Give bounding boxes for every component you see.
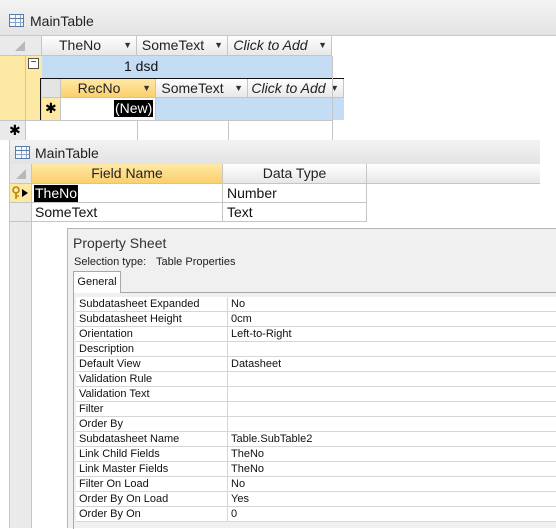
datasheet-titlebar: MainTable [0,0,556,36]
property-name: Order By [79,418,124,430]
column-header-label: SomeText [141,37,205,53]
row-selector-column [10,222,32,528]
datasheet-window: MainTable TheNo ▼ SomeText ▼ Click to Ad… [0,0,556,140]
data-type-cell[interactable]: Number [223,184,367,203]
property-value: Yes [231,493,249,505]
select-all-corner[interactable] [0,36,42,56]
property-value: Left-to-Right [231,328,292,340]
corner-triangle-icon [15,41,25,51]
dropdown-arrow-icon[interactable]: ▼ [234,79,243,98]
new-record-icon: ✱ [9,122,21,138]
property-name: Subdatasheet Expanded [79,298,200,310]
property-name: Validation Text [79,388,150,400]
property-value: Table.SubTable2 [231,433,313,445]
property-row[interactable]: Order By [76,417,556,432]
row-selector[interactable] [10,203,32,222]
property-row[interactable]: Link Child Fields TheNo [76,447,556,462]
table-icon [9,14,24,27]
property-sheet: Property Sheet Selection type: Table Pro… [67,228,556,529]
new-record-icon: ✱ [45,100,57,116]
new-record-value: (New) [114,100,154,117]
dropdown-arrow-icon[interactable]: ▼ [123,36,132,55]
property-row[interactable]: Subdatasheet Height 0cm [76,312,556,327]
sub-select-all-corner[interactable] [42,79,61,98]
dropdown-arrow-icon[interactable]: ▼ [214,36,223,55]
property-row[interactable]: Link Master Fields TheNo [76,462,556,477]
property-name: Subdatasheet Name [79,433,180,445]
property-value: TheNo [231,448,265,460]
row-selector[interactable] [10,184,32,203]
column-header-label: RecNo [77,80,121,96]
property-name: Link Child Fields [79,448,160,460]
description-header [367,164,540,184]
property-value: No [231,298,246,310]
property-row[interactable]: Validation Rule [76,372,556,387]
property-row[interactable]: Subdatasheet Name Table.SubTable2 [76,432,556,447]
property-sheet-title: Property Sheet [73,235,167,251]
property-row[interactable]: Filter [76,402,556,417]
collapse-icon[interactable]: − [28,58,39,69]
property-name: Filter On Load [79,478,149,490]
sub-column-header-recno[interactable]: RecNo ▼ [61,79,156,98]
design-select-all[interactable] [10,164,32,184]
property-name: Validation Rule [79,373,153,385]
field-name-cell[interactable]: SomeText [32,203,223,222]
column-header-theno[interactable]: TheNo ▼ [42,36,137,56]
design-titlebar: MainTable [10,140,540,164]
dropdown-arrow-icon[interactable]: ▼ [318,36,327,55]
property-name: Orientation [79,328,133,340]
column-header-label: SomeText [161,80,224,96]
field-name-header: Field Name [32,164,223,184]
data-type-header: Data Type [223,164,367,184]
row-value: 1 dsd [124,58,159,74]
property-name: Description [79,343,135,355]
property-value: No [231,478,246,490]
selection-type-label: Selection type: [74,256,147,268]
property-name: Order By On [79,508,141,520]
column-header-label: Click to Add [251,80,326,96]
column-header-click-to-add[interactable]: Click to Add ▼ [228,36,332,56]
property-row[interactable]: Validation Text [76,387,556,402]
data-type-cell[interactable]: Text [223,203,367,222]
tab-general[interactable]: General [73,271,121,293]
property-row[interactable]: Default View Datasheet [76,357,556,372]
property-name: Link Master Fields [79,463,169,475]
sub-column-header-sometext[interactable]: SomeText ▼ [156,79,248,98]
corner-triangle-icon [16,169,26,179]
property-name: Filter [79,403,104,415]
table-icon [15,146,30,159]
table-row[interactable] [42,56,332,78]
new-record-other-cells[interactable] [156,98,344,120]
property-name: Subdatasheet Height [79,313,182,325]
property-row[interactable]: Orientation Left-to-Right [76,327,556,342]
property-value: TheNo [231,463,265,475]
column-header-label: Click to Add [233,37,308,53]
selection-type-value: Table Properties [156,256,236,268]
window-title: MainTable [30,13,94,29]
column-header-sometext[interactable]: SomeText ▼ [137,36,228,56]
property-value: 0cm [231,313,252,325]
property-row[interactable]: Order By On Load Yes [76,492,556,507]
header-label: Data Type [262,165,327,181]
window-title: MainTable [35,145,99,161]
property-row[interactable]: Subdatasheet Expanded No [76,297,556,312]
property-row[interactable]: Filter On Load No [76,477,556,492]
dropdown-arrow-icon[interactable]: ▼ [142,79,151,98]
header-label: Field Name [91,165,163,181]
row-selector[interactable] [0,56,26,120]
primary-key-icon [12,186,28,199]
property-name: Default View [79,358,141,370]
property-row[interactable]: Order By On 0 [76,507,556,522]
property-name: Order By On Load [79,493,169,505]
field-name-value: TheNo [34,185,79,202]
sub-column-header-click-to-add[interactable]: Click to Add ▼ [248,79,344,98]
column-header-label: TheNo [58,37,102,53]
property-row[interactable]: Description [76,342,556,357]
property-value: Datasheet [231,358,282,370]
property-value: 0 [231,508,238,520]
